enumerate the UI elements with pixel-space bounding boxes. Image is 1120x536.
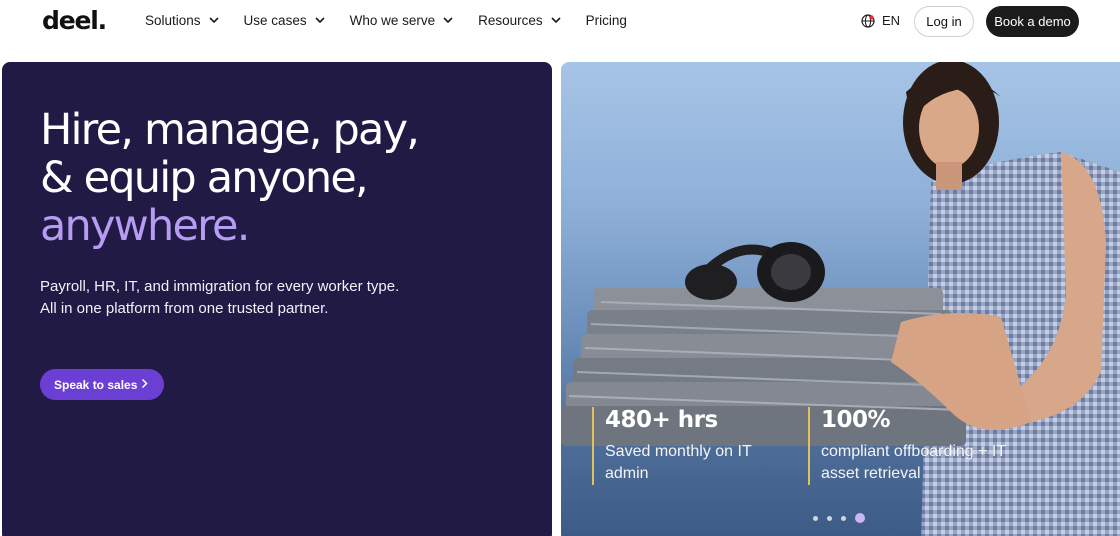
subtext-line-1: Payroll, HR, IT, and immigration for eve… [40,278,400,295]
menu-item-label: Resources [478,13,543,28]
headline-line-1: Hire, manage, pay, [40,105,420,155]
menu-item-label: Solutions [145,13,201,28]
menu-item-who-we-serve[interactable]: Who we serve [350,13,454,28]
hero-subtext: Payroll, HR, IT, and immigration for eve… [40,276,399,320]
menu-item-resources[interactable]: Resources [478,13,561,28]
stat-label: compliant offboarding + IT asset retriev… [821,441,1006,485]
chevron-down-icon [208,17,219,24]
stat-divider [808,407,810,485]
stat-value: 100% [821,407,891,433]
book-demo-button[interactable]: Book a demo [986,6,1079,37]
chevron-right-icon [141,378,148,389]
main-menu: Solutions Use cases Who we serve Resourc… [145,13,652,28]
login-button[interactable]: Log in [914,6,974,37]
subtext-line-2: All in one platform from one trusted par… [40,300,329,317]
cta-label: Speak to sales [54,377,138,392]
language-label: EN [882,13,901,28]
carousel-dot-2[interactable] [827,515,832,521]
globe-icon [861,13,875,28]
headline-line-2: & equip anyone, [40,153,369,203]
hero-image-panel: 480+ hrs Saved monthly on IT admin 100% … [561,62,1120,536]
chevron-down-icon [315,17,325,24]
headline-accent: anywhere. [40,201,250,251]
carousel-pagination [813,513,865,523]
menu-item-solutions[interactable]: Solutions [145,13,219,28]
menu-item-label: Who we serve [349,13,436,28]
stat-label-line-1: compliant offboarding + IT [821,443,1007,460]
speak-to-sales-button[interactable]: Speak to sales [40,369,164,400]
stat-divider [592,407,594,485]
carousel-dot-3[interactable] [841,515,846,521]
menu-item-use-cases[interactable]: Use cases [244,13,325,28]
stat-label-line-2: admin [605,465,649,482]
stat-value: 480+ hrs [605,407,718,433]
stat-label-line-1: Saved monthly on IT [605,443,752,460]
stat-label: Saved monthly on IT admin [605,441,752,485]
chevron-down-icon [443,17,453,24]
top-navigation: deel. Solutions Use cases Who we serve R… [0,0,1120,44]
menu-item-label: Use cases [243,13,307,28]
menu-item-pricing[interactable]: Pricing [586,13,627,28]
stat-label-line-2: asset retrieval [821,465,921,482]
chevron-down-icon [551,17,561,24]
hero-panel: Hire, manage, pay, & equip anyone, anywh… [2,62,552,536]
carousel-dot-4-active[interactable] [855,513,865,523]
language-selector[interactable]: EN [861,13,900,28]
deel-logo[interactable]: deel. [42,6,107,35]
hero-headline: Hire, manage, pay, & equip anyone, anywh… [40,105,420,251]
menu-item-label: Pricing [585,13,627,28]
carousel-dot-1[interactable] [813,515,818,521]
